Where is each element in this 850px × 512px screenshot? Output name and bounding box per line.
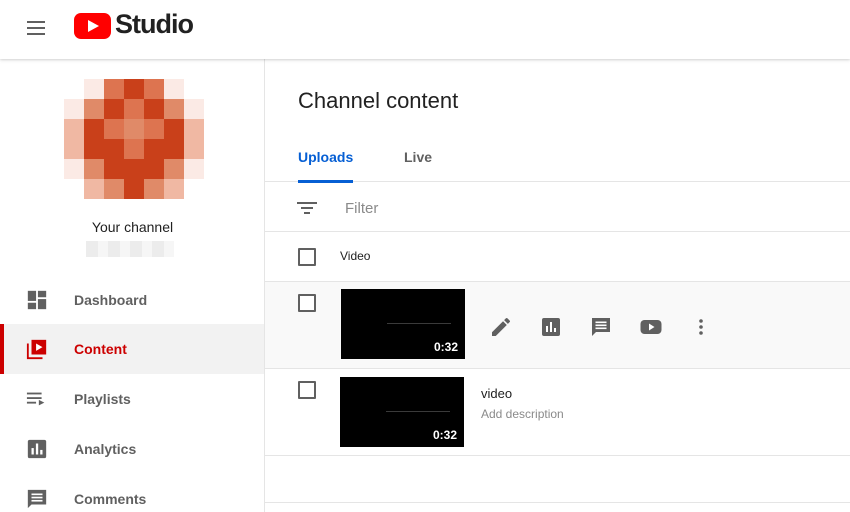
- avatar-pixel: [124, 139, 144, 159]
- row-checkbox[interactable]: [298, 381, 316, 399]
- avatar-pixel: [144, 179, 164, 199]
- avatar-pixel: [164, 99, 184, 119]
- logo-text: Studio: [115, 9, 194, 39]
- thumbnail-waveform: [386, 411, 450, 412]
- avatar-pixel: [144, 99, 164, 119]
- sidebar-item-label: Dashboard: [74, 292, 148, 308]
- sidebar-item-label: Analytics: [74, 441, 137, 457]
- dashboard-icon: [27, 290, 47, 310]
- avatar-pixel: [144, 139, 164, 159]
- video-thumbnail[interactable]: 0:32: [340, 377, 464, 447]
- avatar-pixel: [104, 139, 124, 159]
- video-description: Add description: [481, 407, 564, 421]
- table-row[interactable]: 0:32 video Add description: [265, 369, 850, 456]
- filter-icon[interactable]: [296, 198, 318, 218]
- avatar-pixel: [164, 119, 184, 139]
- comments-icon[interactable]: [589, 315, 613, 339]
- avatar-pixel: [184, 79, 204, 99]
- avatar-pixel: [64, 159, 84, 179]
- avatar-pixel: [84, 79, 104, 99]
- avatar-pixel: [64, 139, 84, 159]
- filter-input[interactable]: [345, 195, 825, 221]
- sidebar-item-content[interactable]: Content: [0, 324, 264, 374]
- avatar-pixel: [104, 159, 124, 179]
- avatar-pixel: [164, 139, 184, 159]
- avatar-pixel: [84, 99, 104, 119]
- sidebar-item-analytics[interactable]: Analytics: [0, 424, 264, 474]
- table-header: Video: [265, 232, 850, 282]
- avatar-pixel: [84, 159, 104, 179]
- sidebar-item-dashboard[interactable]: Dashboard: [0, 275, 264, 325]
- avatar-pixel: [104, 79, 124, 99]
- tab-live[interactable]: Live: [404, 149, 432, 182]
- sidebar-item-label: Playlists: [74, 391, 131, 407]
- filter-bar: [265, 183, 850, 232]
- thumbnail-waveform: [387, 323, 451, 324]
- avatar-pixel: [144, 79, 164, 99]
- avatar-pixel: [124, 99, 144, 119]
- avatar-pixel: [64, 179, 84, 199]
- avatar-pixel: [184, 139, 204, 159]
- sidebar-item-comments[interactable]: Comments: [0, 474, 264, 512]
- more-vert-icon[interactable]: [689, 315, 713, 339]
- sidebar-item-label: Content: [74, 341, 127, 357]
- avatar-pixel: [124, 119, 144, 139]
- sidebar: Your channel Dashboard Content Playlists…: [0, 59, 265, 512]
- select-all-checkbox[interactable]: [298, 248, 316, 266]
- youtube-logo-icon: [74, 13, 111, 39]
- main-content: Channel content Uploads Live Video 0:32: [265, 59, 850, 512]
- avatar-pixel: [184, 119, 204, 139]
- avatar-pixel: [184, 159, 204, 179]
- tab-uploads[interactable]: Uploads: [298, 149, 354, 183]
- channel-avatar[interactable]: [64, 79, 204, 199]
- avatar-pixel: [184, 99, 204, 119]
- page-title: Channel content: [298, 88, 459, 113]
- avatar-pixel: [124, 79, 144, 99]
- avatar-pixel: [164, 159, 184, 179]
- table-divider: [265, 502, 850, 503]
- avatar-pixel: [124, 159, 144, 179]
- video-thumbnail[interactable]: 0:32: [341, 289, 465, 359]
- video-duration: 0:32: [432, 428, 457, 442]
- avatar-pixel: [144, 159, 164, 179]
- sidebar-item-playlists[interactable]: Playlists: [0, 374, 264, 424]
- channel-label: Your channel: [91, 219, 174, 235]
- avatar-pixel: [104, 179, 124, 199]
- table-row[interactable]: 0:32: [265, 282, 850, 369]
- analytics-icon[interactable]: [539, 315, 563, 339]
- avatar-pixel: [84, 119, 104, 139]
- top-bar: Studio: [0, 0, 850, 59]
- analytics-icon: [27, 439, 47, 459]
- row-checkbox[interactable]: [298, 294, 316, 312]
- avatar-pixel: [104, 119, 124, 139]
- avatar-pixel: [184, 179, 204, 199]
- youtube-play-icon[interactable]: [639, 315, 663, 339]
- avatar-pixel: [64, 119, 84, 139]
- video-duration: 0:32: [433, 340, 458, 354]
- sidebar-item-label: Comments: [74, 491, 147, 507]
- avatar-pixel: [164, 179, 184, 199]
- avatar-pixel: [84, 139, 104, 159]
- avatar-pixel: [64, 99, 84, 119]
- comments-icon: [27, 489, 47, 509]
- avatar-pixel: [64, 79, 84, 99]
- hamburger-menu-icon[interactable]: [25, 16, 49, 40]
- tab-bar: Uploads Live: [265, 149, 850, 183]
- channel-name-blurred: [86, 241, 174, 257]
- video-title[interactable]: video: [481, 386, 512, 401]
- avatar-pixel: [164, 79, 184, 99]
- avatar-pixel: [104, 99, 124, 119]
- edit-icon[interactable]: [489, 315, 513, 339]
- content-icon: [26, 339, 47, 360]
- avatar-pixel: [124, 179, 144, 199]
- playlists-icon: [26, 392, 45, 406]
- avatar-pixel: [144, 119, 164, 139]
- avatar-pixel: [84, 179, 104, 199]
- column-header-video[interactable]: Video: [340, 249, 370, 263]
